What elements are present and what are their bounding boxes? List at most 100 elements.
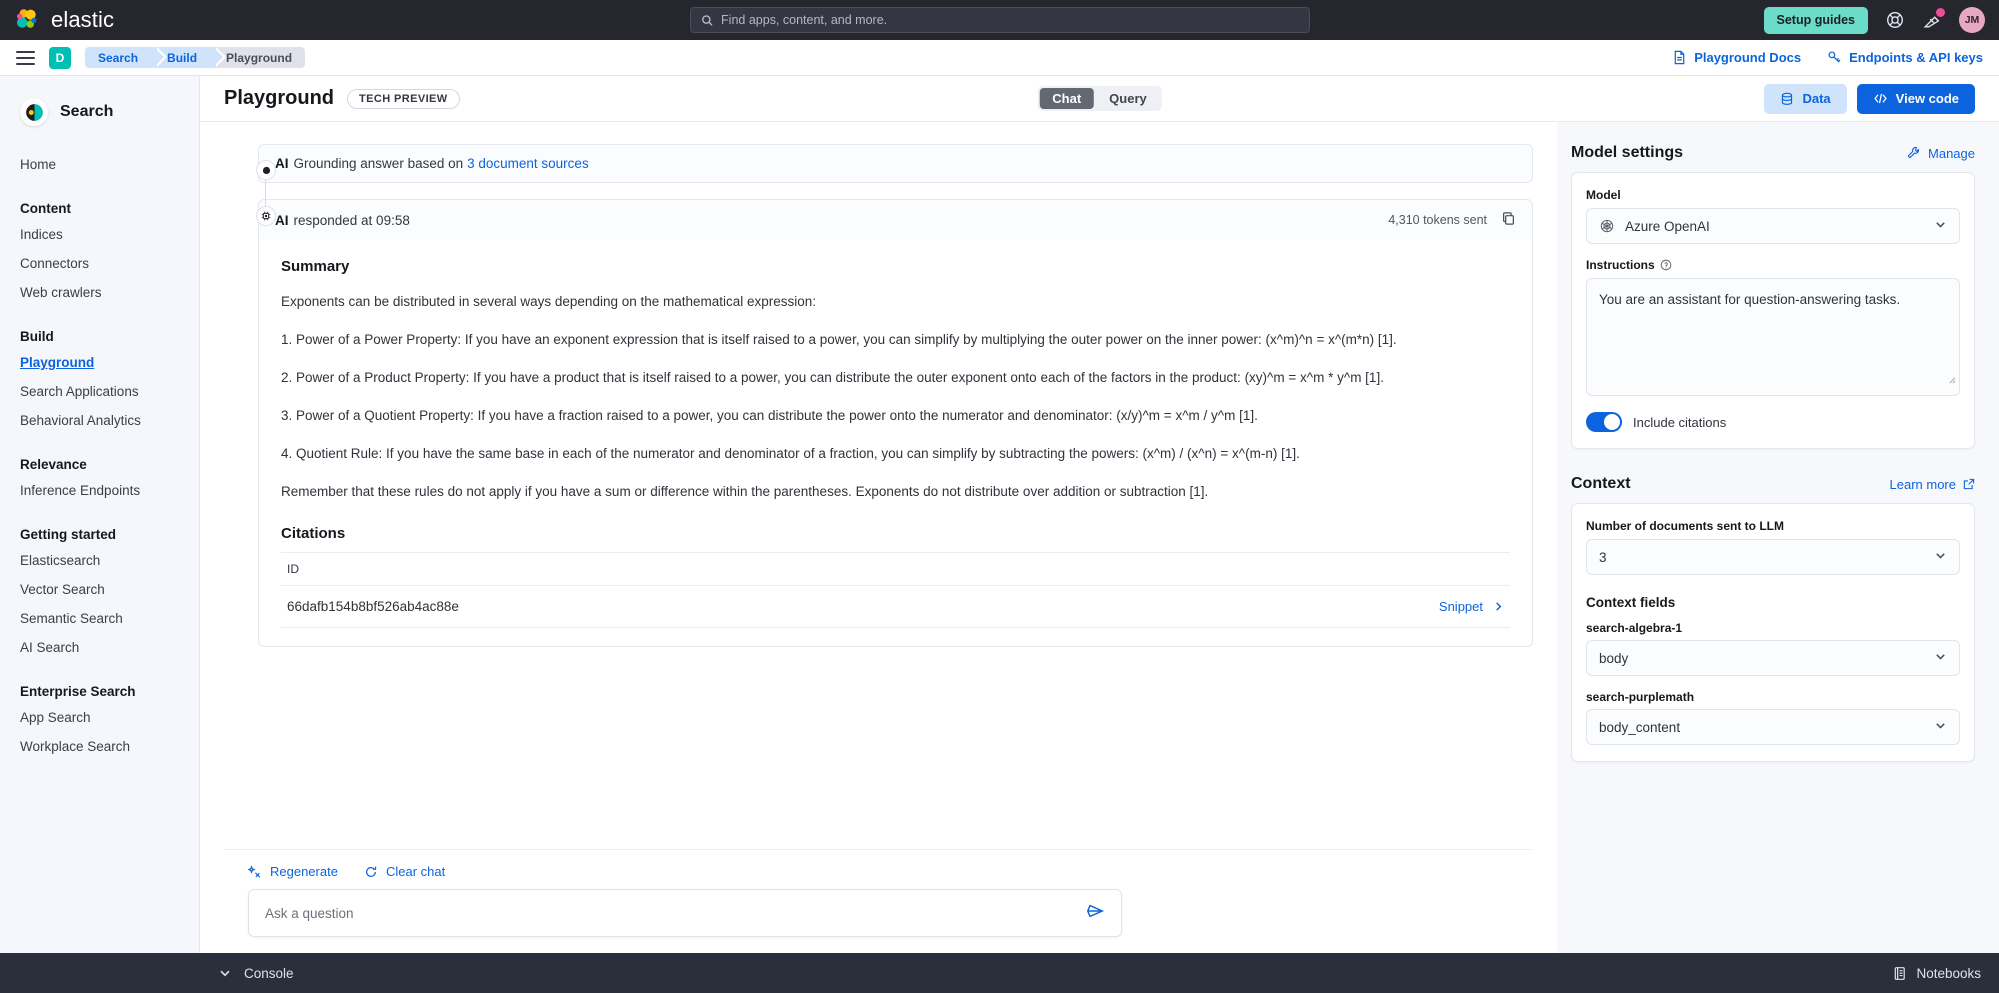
sidebar-item-app-search[interactable]: App Search: [0, 703, 199, 732]
search-icon: [701, 14, 712, 26]
info-icon[interactable]: [1660, 259, 1672, 271]
grounding-author: AI: [275, 156, 289, 171]
snippet-toggle[interactable]: Snippet: [1439, 599, 1504, 614]
ai-response-header: AI responded at 09:58 4,310 tokens sent: [259, 200, 1532, 240]
tab-chat[interactable]: Chat: [1039, 88, 1095, 109]
chevron-down-icon: [1934, 218, 1947, 234]
sidebar-item-web-crawlers[interactable]: Web crawlers: [0, 278, 199, 307]
external-link-icon: [1963, 478, 1975, 490]
response-time: responded at 09:58: [293, 212, 410, 228]
include-citations-toggle[interactable]: [1586, 412, 1622, 432]
notification-badge: [1936, 8, 1945, 17]
sidebar-item-inference-endpoints[interactable]: Inference Endpoints: [0, 476, 199, 505]
context-field-select-purplemath[interactable]: body_content: [1586, 709, 1960, 745]
chevron-right-icon: [1496, 602, 1502, 611]
learn-more-label: Learn more: [1889, 476, 1956, 492]
elastic-logo[interactable]: elastic: [14, 7, 114, 33]
instructions-label-text: Instructions: [1586, 258, 1655, 272]
database-icon: [1782, 92, 1793, 105]
tokens-sent-label: 4,310 tokens sent: [1388, 213, 1487, 227]
page-header: Playground TECH PREVIEW Chat Query Data: [200, 76, 1999, 122]
summary-paragraph: Exponents can be distributed in several …: [281, 294, 817, 309]
search-solution-icon: [20, 98, 48, 126]
setup-guides-button[interactable]: Setup guides: [1763, 6, 1868, 34]
model-select[interactable]: Azure OpenAI: [1586, 208, 1960, 244]
breadcrumb-bar: D Search Build Playground Playground Doc…: [0, 40, 1999, 76]
grounding-message: AI Grounding answer based on 3 document …: [258, 144, 1533, 183]
citation-id: 66dafb154b8bf526ab4ac88e: [287, 599, 459, 614]
context-field-name: search-purplemath: [1586, 690, 1695, 704]
sidebar-item-ai-search[interactable]: AI Search: [0, 633, 199, 662]
sidebar-item-home[interactable]: Home: [0, 150, 199, 179]
num-docs-select[interactable]: 3: [1586, 539, 1960, 575]
context-field-select-algebra[interactable]: body: [1586, 640, 1960, 676]
notebooks-label: Notebooks: [1916, 965, 1981, 981]
manage-link[interactable]: Manage: [1907, 146, 1975, 161]
openai-icon: [1600, 219, 1614, 233]
menu-toggle-icon[interactable]: [16, 50, 35, 65]
sidebar-item-vector-search[interactable]: Vector Search: [0, 575, 199, 604]
endpoints-api-keys-label: Endpoints & API keys: [1849, 50, 1983, 65]
include-citations-row: Include citations: [1586, 412, 1960, 432]
data-button[interactable]: Data: [1764, 83, 1847, 114]
console-toggle[interactable]: Console: [218, 966, 294, 981]
refresh-icon: [365, 866, 377, 877]
model-field-label: Model: [1586, 188, 1621, 202]
sidebar-item-elasticsearch[interactable]: Elasticsearch: [0, 546, 199, 575]
include-citations-label: Include citations: [1633, 414, 1727, 430]
resize-grip-icon[interactable]: [1947, 372, 1956, 392]
global-search-bar[interactable]: [689, 7, 1310, 33]
playground-docs-link[interactable]: Playground Docs: [1672, 50, 1801, 65]
global-header-actions: Setup guides JM: [1763, 6, 1985, 34]
response-author: AI: [275, 212, 289, 228]
model-settings-card: Model Azure OpenAI Instructions You are …: [1571, 172, 1975, 449]
sidebar-item-search-applications[interactable]: Search Applications: [0, 377, 199, 406]
ai-response-body: Summary Exponents can be distributed in …: [259, 240, 1532, 646]
sidebar-item-workplace-search[interactable]: Workplace Search: [0, 732, 199, 761]
manage-label: Manage: [1928, 145, 1975, 161]
ask-question-bar[interactable]: [248, 889, 1122, 937]
num-docs-value: 3: [1599, 549, 1607, 565]
global-search-input[interactable]: [721, 13, 1299, 27]
context-field-value: body_content: [1599, 719, 1681, 735]
grounding-text: Grounding answer based on: [293, 156, 464, 171]
sidebar-item-indices[interactable]: Indices: [0, 220, 199, 249]
elastic-mark-icon: [16, 9, 37, 28]
instructions-textarea[interactable]: You are an assistant for question-answer…: [1586, 278, 1960, 396]
document-sources-link[interactable]: 3 document sources: [467, 156, 589, 171]
sidebar-item-semantic-search[interactable]: Semantic Search: [0, 604, 199, 633]
summary-paragraph: 1. Power of a Power Property: If you hav…: [281, 332, 1397, 347]
context-title: Context: [1571, 475, 1631, 492]
tab-query[interactable]: Query: [1096, 88, 1160, 109]
help-icon[interactable]: [1885, 10, 1905, 30]
clear-chat-button[interactable]: Clear chat: [364, 864, 445, 879]
summary-paragraph: 3. Power of a Quotient Property: If you …: [281, 408, 1258, 423]
model-settings-header: Model settings Manage: [1571, 144, 1975, 162]
notebooks-button[interactable]: Notebooks: [1892, 966, 1981, 981]
breadcrumb-item-search[interactable]: Search: [85, 47, 168, 68]
ask-question-input[interactable]: [265, 905, 1085, 921]
sidebar-group-build: Build: [20, 329, 54, 344]
send-icon[interactable]: [1085, 901, 1105, 926]
summary-paragraph: Remember that these rules do not apply i…: [281, 484, 1209, 499]
regenerate-button[interactable]: Regenerate: [248, 864, 338, 879]
data-button-label: Data: [1802, 91, 1831, 106]
chat-scroll-area[interactable]: AI Grounding answer based on 3 document …: [224, 122, 1533, 849]
endpoints-api-keys-link[interactable]: Endpoints & API keys: [1827, 50, 1983, 65]
copy-icon[interactable]: [1501, 211, 1516, 229]
summary-heading: Summary: [281, 258, 350, 275]
llm-chip-icon: [256, 206, 276, 226]
sidebar-item-behavioral-analytics[interactable]: Behavioral Analytics: [0, 406, 199, 435]
sidebar-item-playground[interactable]: Playground: [0, 348, 199, 377]
learn-more-link[interactable]: Learn more: [1890, 477, 1975, 492]
chevron-down-icon: [1934, 549, 1947, 565]
view-code-button[interactable]: View code: [1856, 83, 1975, 114]
announcements-icon[interactable]: [1922, 8, 1945, 30]
brand-name: elastic: [51, 7, 115, 32]
space-avatar[interactable]: D: [49, 46, 71, 69]
mode-tabs: Chat Query: [1037, 86, 1162, 111]
citations-heading: Citations: [281, 525, 346, 542]
sidebar-item-connectors[interactable]: Connectors: [0, 249, 199, 278]
console-bar: Console Notebooks: [0, 953, 1999, 993]
user-avatar[interactable]: JM: [1959, 7, 1985, 33]
